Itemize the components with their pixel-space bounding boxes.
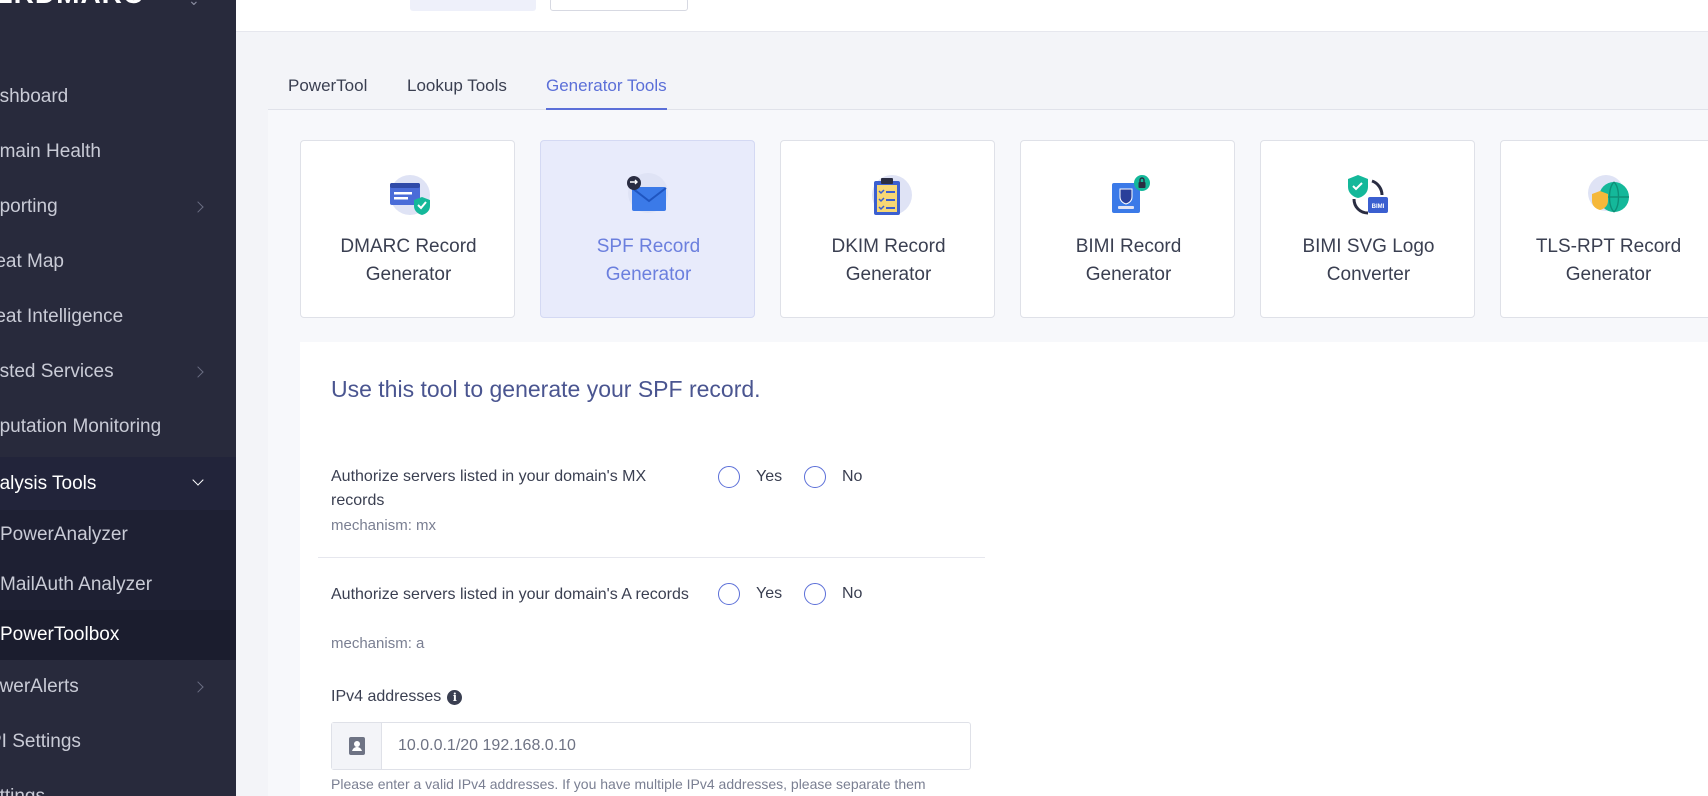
ipv4-input-group <box>331 722 971 770</box>
tab-lookup-tools[interactable]: Lookup Tools <box>407 76 507 110</box>
sidebar-item-settings[interactable]: ettings <box>0 772 236 796</box>
a-yes-label: Yes <box>756 585 783 602</box>
sidebar-item-reputation-monitoring[interactable]: eputation Monitoring <box>0 402 236 452</box>
sidebar-item-hosted-services[interactable]: osted Services <box>0 347 236 397</box>
sidebar-subitem-label: MailAuth Analyzer <box>0 574 153 595</box>
card-title: SPF Record Generator <box>596 236 701 285</box>
sidebar-subitem-label: PowerToolbox <box>0 624 120 645</box>
sidebar-item-dashboard[interactable]: ashboard <box>0 72 236 122</box>
a-no-label: No <box>842 585 863 602</box>
dmarc-window-shield-icon <box>390 175 430 215</box>
card-dkim-record-generator[interactable]: DKIM Record Generator <box>780 140 995 318</box>
sidebar-item-label: eporting <box>0 196 58 217</box>
info-icon[interactable]: i <box>447 689 463 705</box>
sidebar-subitem-label: PowerAnalyzer <box>0 524 128 545</box>
mx-no-label: No <box>842 468 863 485</box>
sidebar-item-threat-map[interactable]: reat Map <box>0 237 236 287</box>
sidebar-subitem-powertoolbox[interactable]: PowerToolbox <box>0 610 236 660</box>
top-bar <box>236 0 1708 32</box>
sidebar-subitem-mailauth-analyzer[interactable]: MailAuth Analyzer <box>0 560 236 610</box>
chevron-down-icon <box>192 474 204 486</box>
card-spf-record-generator[interactable]: SPF Record Generator <box>540 140 755 318</box>
a-mechanism-hint: mechanism: a <box>331 635 425 652</box>
card-title: DKIM Record Generator <box>831 236 946 285</box>
topbar-select[interactable] <box>410 0 536 11</box>
sidebar-item-label: owerAlerts <box>0 676 79 697</box>
address-book-icon <box>332 723 382 769</box>
bimi-logo-lock-icon <box>1112 175 1150 213</box>
chevron-right-icon <box>192 681 204 693</box>
chevron-right-icon <box>192 366 204 378</box>
bimi-shield-convert-icon: BIMI <box>1348 175 1388 215</box>
brand-logo: ERDMARC <box>0 0 144 10</box>
clipboard-checklist-icon <box>872 175 912 215</box>
card-title: DMARC Record Generator <box>340 236 477 285</box>
mx-no-radio[interactable] <box>804 466 826 488</box>
topbar-button[interactable] <box>550 0 688 11</box>
a-yes-radio[interactable] <box>718 583 740 605</box>
tab-powertool[interactable]: PowerTool <box>288 76 367 110</box>
ipv4-label-text: IPv4 addresses <box>331 688 442 705</box>
card-title: TLS-RPT Record Generator <box>1535 236 1682 285</box>
card-bimi-svg-logo-converter[interactable]: BIMI BIMI SVG Logo Converter <box>1260 140 1475 318</box>
sidebar-item-threat-intelligence[interactable]: reat Intelligence <box>0 292 236 342</box>
a-question-label: Authorize servers listed in your domain'… <box>331 586 689 603</box>
sidebar: ERDMARC ⌄ ashboard omain Health eporting… <box>0 0 236 796</box>
a-no-radio[interactable] <box>804 583 826 605</box>
tab-generator-tools[interactable]: Generator Tools <box>546 76 667 110</box>
chevron-right-icon <box>192 201 204 213</box>
form-title: Use this tool to generate your SPF recor… <box>331 376 761 402</box>
sidebar-item-label: reat Intelligence <box>0 306 124 327</box>
mx-yes-radio[interactable] <box>718 466 740 488</box>
mx-yes-label: Yes <box>756 468 783 485</box>
sidebar-item-label: PI Settings <box>0 731 81 752</box>
sidebar-item-label: ettings <box>0 786 45 796</box>
mx-question-label: Authorize servers listed in your domain'… <box>331 468 647 509</box>
ipv4-input[interactable] <box>382 723 970 769</box>
ipv4-help-text: Please enter a valid IPv4 addresses. If … <box>331 776 926 792</box>
divider <box>318 557 985 558</box>
sidebar-item-label: osted Services <box>0 361 114 382</box>
sidebar-item-poweralerts[interactable]: owerAlerts <box>0 662 236 712</box>
card-tls-rpt-record-generator[interactable]: TLS-RPT Record Generator <box>1500 140 1708 318</box>
sidebar-item-api-settings[interactable]: PI Settings <box>0 717 236 767</box>
svg-text:BIMI: BIMI <box>1372 204 1385 210</box>
sidebar-item-label: omain Health <box>0 141 101 162</box>
card-dmarc-record-generator[interactable]: DMARC Record Generator <box>300 140 515 318</box>
sidebar-item-label: ashboard <box>0 86 69 107</box>
globe-shield-icon <box>1588 175 1629 213</box>
sidebar-item-analysis-tools[interactable]: nalysis Tools <box>0 457 236 510</box>
sidebar-subitem-poweranalyzer[interactable]: PowerAnalyzer <box>0 510 236 560</box>
card-title: BIMI Record Generator <box>1075 236 1182 285</box>
sidebar-item-reporting[interactable]: eporting <box>0 182 236 232</box>
brand-chevron-icon[interactable]: ⌄ <box>188 0 200 9</box>
ipv4-label: IPv4 addresses i <box>331 688 463 706</box>
sidebar-item-domain-health[interactable]: omain Health <box>0 127 236 177</box>
envelope-icon <box>627 173 668 213</box>
sidebar-item-label: reat Map <box>0 251 64 272</box>
mx-mechanism-hint: mechanism: mx <box>331 517 437 534</box>
tool-tabs: PowerTool Lookup Tools Generator Tools <box>268 60 1708 110</box>
sidebar-item-label: nalysis Tools <box>0 472 97 494</box>
card-title: BIMI SVG Logo Converter <box>1302 236 1435 285</box>
card-bimi-record-generator[interactable]: BIMI Record Generator <box>1020 140 1235 318</box>
sidebar-item-label: eputation Monitoring <box>0 416 162 437</box>
